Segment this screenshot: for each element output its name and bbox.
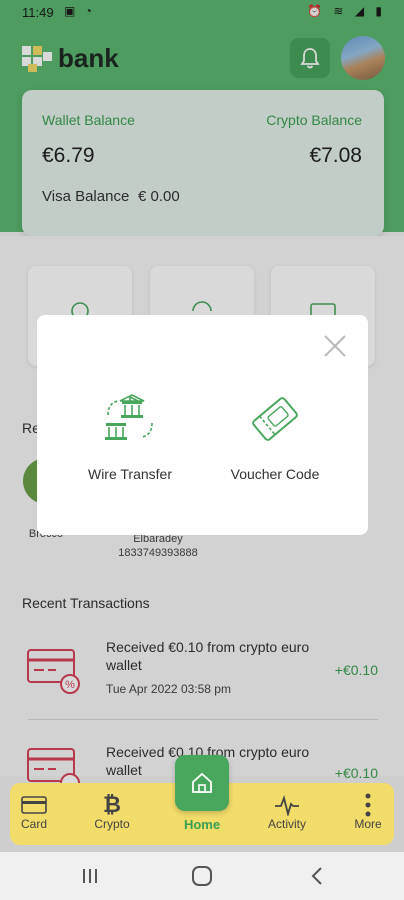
voucher-code-option[interactable]: Voucher Code <box>205 391 345 482</box>
close-icon[interactable] <box>322 333 348 359</box>
bitcoin-icon: ₿ <box>103 792 121 817</box>
nav-item-activity[interactable]: Activity <box>257 793 317 831</box>
back-icon[interactable] <box>310 866 324 886</box>
nav-label: Card <box>20 817 47 831</box>
nav-item-card[interactable]: Card <box>4 793 64 831</box>
home-icon <box>192 772 212 793</box>
activity-icon <box>275 794 299 816</box>
nav-item-more[interactable]: More <box>338 793 398 831</box>
voucher-code-label: Voucher Code <box>230 466 320 482</box>
nav-label: Crypto <box>94 817 130 831</box>
system-nav-bar <box>0 852 404 900</box>
wire-transfer-label: Wire Transfer <box>87 466 172 482</box>
home-system-icon[interactable] <box>191 865 213 887</box>
card-icon <box>21 796 47 814</box>
nav-label: Activity <box>267 817 306 831</box>
bank-transfer-icon <box>105 394 153 440</box>
nav-label-home: Home <box>183 817 221 832</box>
transfer-options-modal: Wire Transfer Voucher Code <box>37 315 368 535</box>
nav-item-home[interactable] <box>175 755 229 811</box>
nav-item-crypto[interactable]: ₿ Crypto <box>82 792 142 831</box>
voucher-ticket-icon <box>252 397 298 441</box>
more-vertical-icon <box>365 793 371 817</box>
nav-label: More <box>354 817 382 831</box>
recents-icon[interactable] <box>80 866 100 886</box>
wire-transfer-option[interactable]: Wire Transfer <box>60 391 200 482</box>
